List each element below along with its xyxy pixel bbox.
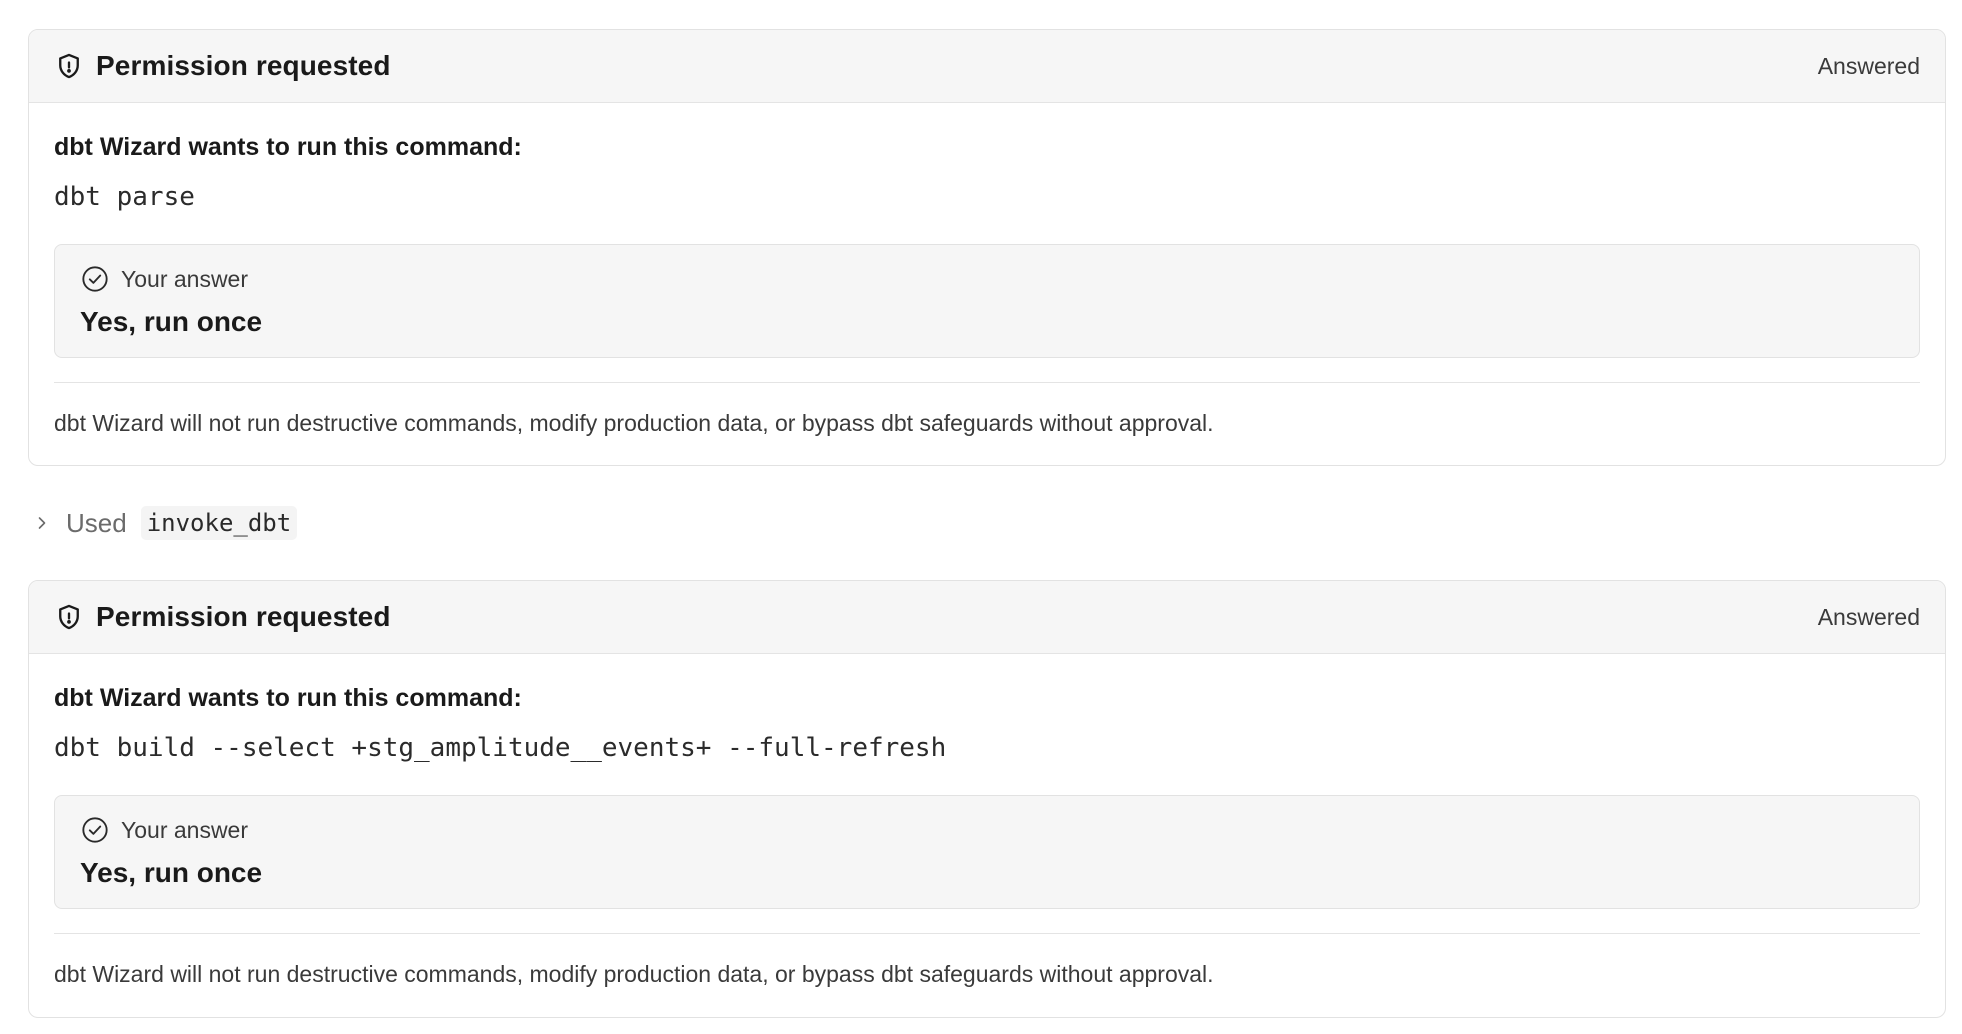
tool-name: invoke_dbt xyxy=(140,506,298,540)
permission-card-header-left: Permission requested xyxy=(54,50,391,82)
status-badge: Answered xyxy=(1817,603,1920,630)
permission-card-header: Permission requested Answered xyxy=(29,30,1945,103)
permission-card-title: Permission requested xyxy=(96,601,391,632)
tool-usage-toggle[interactable]: Used invoke_dbt xyxy=(32,505,298,541)
shield-icon xyxy=(54,602,84,632)
permission-card-header-left: Permission requested xyxy=(54,601,391,633)
status-badge: Answered xyxy=(1817,52,1920,79)
answer-value: Yes, run once xyxy=(80,857,263,888)
answer-label-row: Your answer xyxy=(80,813,1894,847)
shield-icon xyxy=(54,51,84,81)
answer-box: Your answer Yes, run once xyxy=(54,795,1920,909)
command-text: dbt build --select +stg_amplitude__event… xyxy=(54,733,947,763)
check-circle-icon xyxy=(80,264,110,294)
divider xyxy=(54,382,1920,383)
permission-card-body: dbt Wizard wants to run this command: db… xyxy=(29,130,1945,439)
permission-prompt: dbt Wizard wants to run this command: xyxy=(54,133,522,161)
tool-usage-label: Used xyxy=(66,507,127,538)
permission-card-body: dbt Wizard wants to run this command: db… xyxy=(29,681,1945,990)
answer-label: Your answer xyxy=(121,265,249,292)
answer-box: Your answer Yes, run once xyxy=(54,244,1920,358)
permission-prompt: dbt Wizard wants to run this command: xyxy=(54,684,522,712)
permission-card-title: Permission requested xyxy=(96,50,391,81)
permission-card: Permission requested Answered dbt Wizard… xyxy=(28,29,1946,466)
command-text: dbt parse xyxy=(54,182,195,212)
answer-value: Yes, run once xyxy=(80,306,263,337)
safety-notice: dbt Wizard will not run destructive comm… xyxy=(54,410,1214,436)
safety-notice: dbt Wizard will not run destructive comm… xyxy=(54,961,1214,987)
check-circle-icon xyxy=(80,815,110,845)
divider xyxy=(54,933,1920,934)
permission-card: Permission requested Answered dbt Wizard… xyxy=(28,580,1946,1018)
chevron-right-icon xyxy=(32,513,52,533)
permission-card-header: Permission requested Answered xyxy=(29,581,1945,654)
answer-label-row: Your answer xyxy=(80,262,1894,296)
answer-label: Your answer xyxy=(121,816,249,843)
